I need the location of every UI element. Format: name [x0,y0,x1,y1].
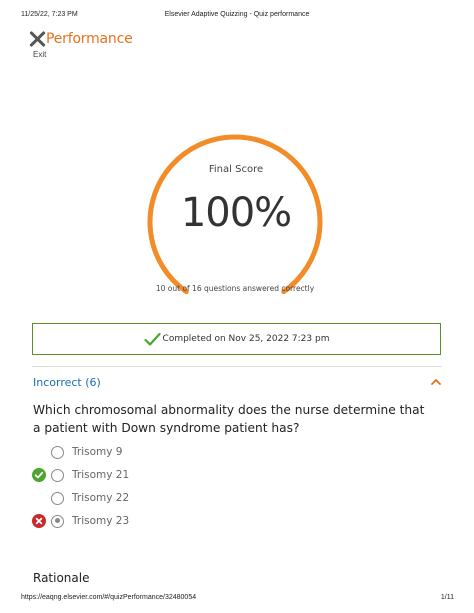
status-placeholder [32,445,46,459]
questions-summary: 10 out of 16 questions answered correctl… [155,284,315,293]
print-url: https://eaqng.elsevier.com/#/quizPerform… [21,594,197,601]
exit-link[interactable]: Exit [33,50,46,59]
answer-option-label: Trisomy 21 [72,469,130,481]
completion-banner: Completed on Nov 25, 2022 7:23 pm [32,323,441,355]
print-page-number: 1/11 [440,594,454,601]
close-icon[interactable] [29,30,46,48]
answer-radio[interactable] [51,445,64,459]
chevron-up-icon[interactable] [430,377,442,387]
answer-option[interactable]: Trisomy 22 [32,489,129,507]
check-icon [143,332,161,346]
status-placeholder [32,491,46,505]
answer-radio[interactable] [51,514,64,528]
incorrect-x-icon [32,514,46,528]
answer-radio[interactable] [51,491,64,505]
answer-option-label: Trisomy 22 [72,492,130,504]
rationale-heading: Rationale [33,571,90,585]
correct-check-icon [32,468,46,482]
final-score-value: 100% [180,190,292,236]
answer-option-label: Trisomy 23 [72,515,130,527]
print-page-title: Elsevier Adaptive Quizzing - Quiz perfor… [164,11,310,18]
incorrect-section-title[interactable]: Incorrect (6) [33,376,101,389]
page-title: Performance [46,31,133,47]
answer-option[interactable]: Trisomy 21 [32,466,129,484]
final-score-label: Final Score [208,164,264,175]
answer-radio[interactable] [51,468,64,482]
answer-option[interactable]: Trisomy 9 [32,443,122,461]
answer-option-label: Trisomy 9 [72,446,123,458]
completion-text: Completed on Nov 25, 2022 7:23 pm [162,334,330,344]
question-text: Which chromosomal abnormality does the n… [33,403,425,435]
app-header: Performance [29,30,133,48]
answer-option[interactable]: Trisomy 23 [32,512,129,530]
section-divider [32,366,442,367]
print-header: 11/25/22, 7:23 PM Elsevier Adaptive Quiz… [0,11,474,23]
